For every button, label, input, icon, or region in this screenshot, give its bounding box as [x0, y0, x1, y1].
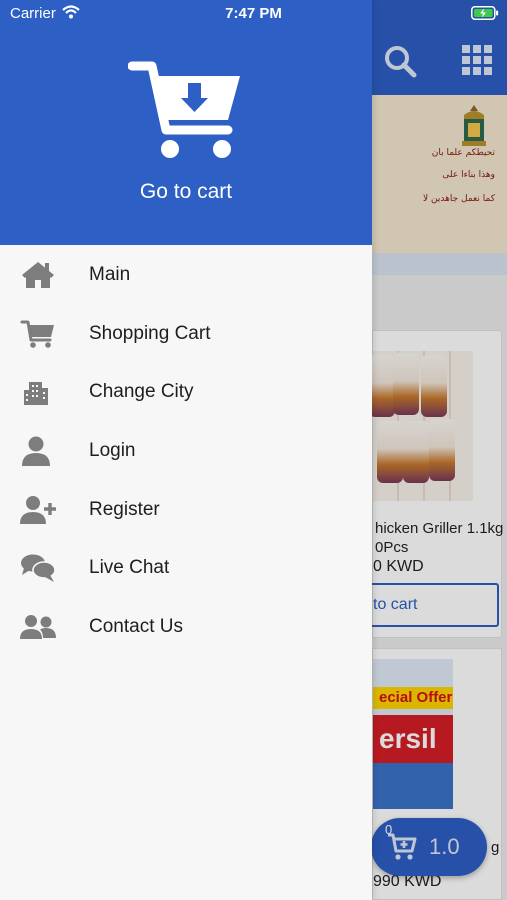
drawer-menu: Main Shopping Cart Change City Login Reg…	[0, 246, 372, 657]
menu-item-label: Contact Us	[89, 616, 183, 638]
cart-download-icon	[128, 61, 240, 158]
menu-item-live-chat[interactable]: Live Chat	[0, 539, 372, 598]
menu-item-label: Live Chat	[89, 557, 170, 579]
go-to-cart-label: Go to cart	[139, 180, 233, 203]
menu-item-label: Main	[89, 264, 131, 285]
battery-icon	[471, 6, 499, 20]
user-icon	[22, 436, 50, 467]
user-plus-icon	[20, 495, 56, 524]
city-icon	[24, 382, 48, 406]
menu-item-label: Register	[89, 498, 160, 520]
menu-item-label: Login	[89, 440, 136, 462]
home-icon	[22, 262, 54, 288]
menu-item-change-city[interactable]: Change City	[0, 363, 372, 422]
side-drawer: Go to cart Main Shopping Cart Change Cit…	[0, 0, 372, 900]
menu-item-contact-us[interactable]: Contact Us	[0, 598, 372, 657]
chat-icon	[21, 554, 56, 583]
menu-item-label: Change City	[89, 381, 194, 403]
clock: 7:47 PM	[225, 5, 282, 22]
users-icon	[20, 615, 56, 640]
menu-item-shopping-cart[interactable]: Shopping Cart	[0, 305, 372, 364]
go-to-cart-header[interactable]: Go to cart	[0, 0, 372, 245]
status-bar: Carrier 7:47 PM	[0, 0, 507, 28]
cart-icon	[20, 320, 54, 348]
menu-item-login[interactable]: Login	[0, 422, 372, 481]
menu-item-main[interactable]: Main	[0, 246, 372, 305]
menu-item-label: Shopping Cart	[89, 322, 211, 344]
menu-item-register[interactable]: Register	[0, 481, 372, 540]
